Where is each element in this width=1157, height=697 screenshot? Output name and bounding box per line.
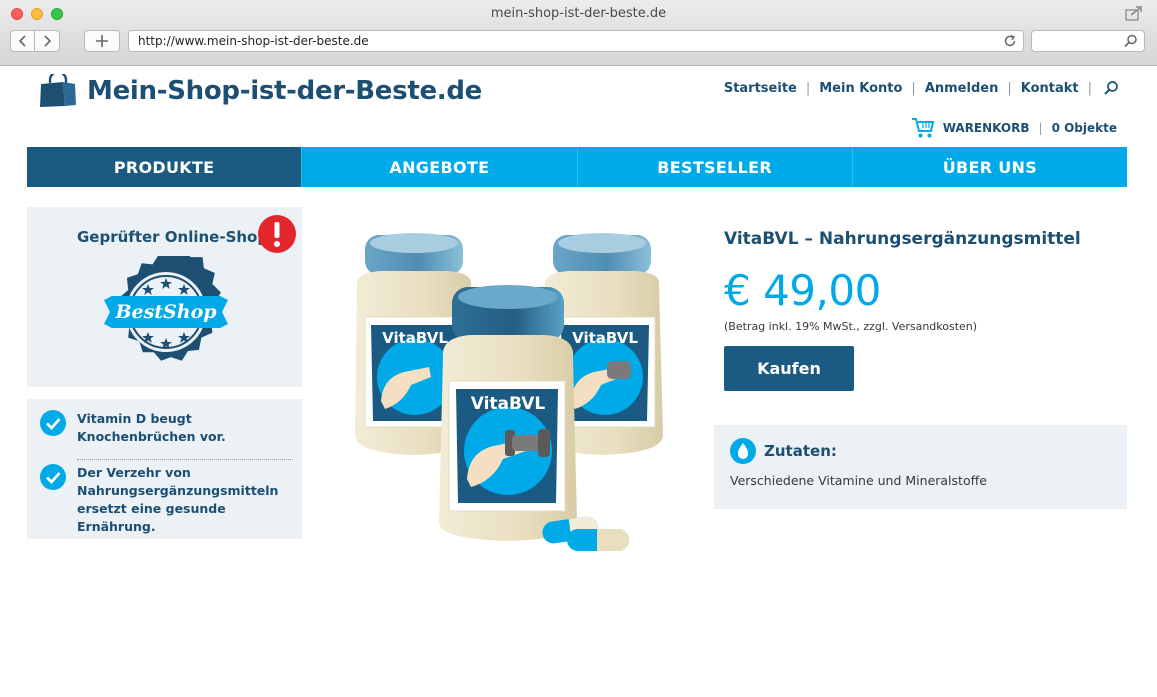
alert-icon[interactable] — [257, 214, 297, 254]
chevron-right-icon — [44, 35, 51, 47]
nav-angebote[interactable]: ANGEBOTE — [301, 147, 577, 187]
topnav-anmelden[interactable]: Anmelden — [925, 81, 999, 96]
seal-text: BestShop — [114, 301, 217, 323]
window-title: mein-shop-ist-der-beste.de — [490, 6, 667, 21]
jar-label: VitaBVL — [382, 329, 448, 347]
product-image: VitaBVL VitaBVL VitaBVL — [355, 233, 663, 551]
buy-button[interactable]: Kaufen — [724, 346, 854, 391]
chevron-left-icon — [18, 35, 26, 47]
trust-badge-panel: Geprüfter Online-Shop BestShop — [27, 207, 302, 387]
logo-text: Mein-Shop-ist-der-Beste.de — [87, 76, 482, 106]
jar-label: VitaBVL — [471, 394, 546, 414]
search-icon[interactable] — [1103, 80, 1119, 96]
new-tab-button[interactable] — [84, 30, 120, 52]
divider: | — [805, 80, 811, 96]
product-price: € 49,00 — [724, 266, 881, 315]
cart[interactable]: WARENKORB | 0 Objekte — [911, 117, 1117, 139]
share-icon[interactable] — [1125, 5, 1143, 21]
forward-button[interactable] — [35, 30, 60, 52]
cart-count: 0 Objekte — [1051, 121, 1117, 135]
jar-front: VitaBVL — [438, 285, 577, 541]
url-text: http://www.mein-shop-ist-der-beste.de — [138, 34, 369, 48]
water-drop-icon — [730, 438, 756, 464]
bestshop-seal-icon: BestShop — [104, 256, 228, 361]
product-title: VitaBVL – Nahrungsergänzungsmittel — [724, 229, 1081, 249]
cart-label: WARENKORB — [942, 121, 1030, 135]
divider: | — [1087, 80, 1092, 96]
topnav-startseite[interactable]: Startseite — [724, 81, 797, 96]
tax-note: (Betrag inkl. 19% MwSt., zzgl. Versandko… — [724, 320, 978, 333]
browser-search-field[interactable] — [1031, 30, 1145, 52]
checkmark-icon — [40, 410, 66, 436]
divider: | — [911, 80, 916, 96]
plus-icon — [96, 35, 108, 47]
shopping-bag-icon — [40, 74, 76, 107]
reload-icon[interactable] — [1003, 34, 1017, 48]
fact-item: Der Verzehr von Nahrungsergänzungsmittel… — [40, 464, 291, 536]
nav-ueber-uns[interactable]: ÜBER UNS — [851, 147, 1127, 187]
jar-label: VitaBVL — [572, 329, 638, 347]
fact-text: Der Verzehr von Nahrungsergänzungsmittel… — [77, 465, 279, 534]
cart-icon — [911, 118, 934, 138]
nav-bestseller[interactable]: BESTSELLER — [576, 147, 852, 187]
search-icon — [1124, 34, 1137, 48]
main-navigation: PRODUKTE ANGEBOTE BESTSELLER ÜBER UNS — [27, 147, 1127, 187]
divider — [77, 459, 293, 460]
divider: | — [1038, 121, 1043, 135]
health-facts-panel: Vitamin D beugt Knochenbrüchen vor. Der … — [27, 399, 302, 539]
ingredients-text: Verschiedene Vitamine und Mineralstoffe — [730, 473, 987, 488]
site-logo[interactable]: Mein-Shop-ist-der-Beste.de — [39, 74, 482, 108]
fact-text: Vitamin D beugt Knochenbrüchen vor. — [77, 411, 226, 444]
browser-chrome: mein-shop-ist-der-beste.de http://www.me… — [0, 0, 1157, 66]
topnav-mein-konto[interactable]: Mein Konto — [819, 81, 902, 96]
fact-item: Vitamin D beugt Knochenbrüchen vor. — [40, 410, 227, 446]
topnav-kontakt[interactable]: Kontakt — [1021, 81, 1079, 96]
history-nav — [10, 30, 60, 52]
ingredients-panel: Zutaten: Verschiedene Vitamine und Miner… — [714, 425, 1127, 509]
address-bar[interactable]: http://www.mein-shop-ist-der-beste.de — [128, 30, 1024, 52]
top-navigation: Startseite | Mein Konto | Anmelden | Kon… — [724, 80, 1119, 96]
checkmark-icon — [40, 464, 66, 490]
back-button[interactable] — [10, 30, 35, 52]
divider: | — [1007, 80, 1012, 96]
nav-produkte[interactable]: PRODUKTE — [27, 147, 302, 187]
ingredients-title: Zutaten: — [764, 442, 837, 460]
badge-title: Geprüfter Online-Shop — [77, 228, 269, 246]
